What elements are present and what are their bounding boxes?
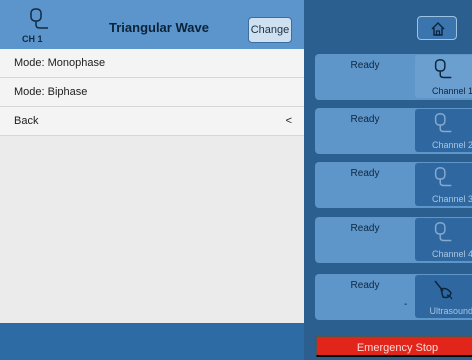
electrode-icon bbox=[26, 8, 52, 34]
emergency-stop-button[interactable]: Emergency Stop bbox=[315, 335, 472, 357]
channel-1-tile[interactable]: Channel 1 bbox=[415, 55, 472, 98]
electrode-icon bbox=[434, 113, 452, 133]
left-panel: CH 1 Triangular Wave Change Mode: Monoph… bbox=[0, 0, 304, 360]
ultrasound-probe-icon bbox=[434, 280, 453, 300]
home-icon bbox=[431, 22, 445, 36]
electrode-icon bbox=[434, 222, 452, 242]
menu-item-back[interactable]: Back < bbox=[0, 107, 304, 136]
change-button[interactable]: Change bbox=[248, 17, 292, 43]
channel-label: CH 1 bbox=[22, 34, 43, 44]
channel-card-4[interactable]: Ready Channel 4 bbox=[315, 217, 472, 263]
channel-name: Channel 1 bbox=[431, 86, 472, 96]
menu-item-label: Back bbox=[14, 115, 39, 127]
menu-item-label: Mode: Monophase bbox=[14, 57, 106, 69]
chevron-left-icon: < bbox=[285, 115, 292, 127]
channel-name: Ultrasound bbox=[429, 306, 472, 316]
channel-card-3[interactable]: Ready Channel 3 bbox=[315, 162, 472, 208]
waveform-title: Triangular Wave bbox=[109, 20, 209, 35]
electrode-icon bbox=[434, 167, 452, 187]
channel-panel: Ready Channel 1 Ready Channel 2 Ready Ch… bbox=[304, 0, 472, 360]
electrode-icon bbox=[434, 59, 452, 79]
channel-name: Channel 3 bbox=[431, 194, 472, 204]
channel-status: Ready bbox=[350, 223, 380, 234]
menu-item-biphase[interactable]: Mode: Biphase bbox=[0, 78, 304, 107]
channel-card-1[interactable]: Ready Channel 1 bbox=[315, 54, 472, 100]
ultrasound-card[interactable]: Ready - Ultrasound bbox=[315, 274, 472, 320]
channel-4-tile[interactable]: Channel 4 bbox=[415, 218, 472, 261]
ultrasound-value: - bbox=[404, 299, 408, 310]
home-button[interactable] bbox=[417, 16, 457, 40]
channel-status: Ready bbox=[350, 60, 380, 71]
channel-status: Ready bbox=[350, 114, 380, 125]
ultrasound-tile[interactable]: Ultrasound bbox=[415, 275, 472, 318]
channel-2-tile[interactable]: Channel 2 bbox=[415, 109, 472, 152]
menu-item-monophase[interactable]: Mode: Monophase bbox=[0, 49, 304, 78]
channel-card-2[interactable]: Ready Channel 2 bbox=[315, 108, 472, 154]
left-footer-bar bbox=[0, 323, 304, 360]
channel-3-tile[interactable]: Channel 3 bbox=[415, 163, 472, 206]
channel-status: Ready bbox=[350, 168, 380, 179]
menu-item-label: Mode: Biphase bbox=[14, 86, 88, 98]
channel-name: Channel 4 bbox=[431, 249, 472, 259]
program-header: CH 1 Triangular Wave Change bbox=[0, 0, 304, 49]
channel-name: Channel 2 bbox=[431, 140, 472, 150]
channel-status: Ready bbox=[350, 280, 380, 291]
